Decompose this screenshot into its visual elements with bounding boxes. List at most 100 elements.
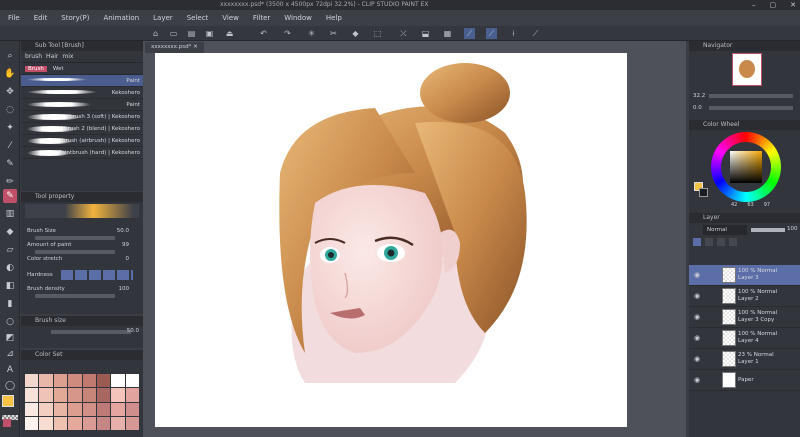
stretch-value[interactable]: 0 — [126, 256, 130, 262]
layer-row[interactable]: ◉ 23 % Normal Layer 1 — [689, 349, 800, 370]
zoom-value[interactable]: 32.2 — [693, 93, 705, 99]
text-icon[interactable]: A — [3, 363, 17, 377]
brush-size-slider[interactable] — [35, 236, 115, 240]
snap-grid-icon[interactable]: ⟊ — [508, 28, 519, 39]
invert-selection-icon[interactable]: ⬓ — [420, 28, 431, 39]
menu-layer[interactable]: Layer — [153, 14, 173, 22]
brush-item[interactable]: Kekoshero — [21, 87, 143, 99]
tab-brush[interactable]: brush — [25, 53, 42, 60]
opacity-slider[interactable] — [751, 228, 785, 232]
opacity-value[interactable]: 100 — [787, 226, 798, 232]
undo-icon[interactable]: ↶ — [258, 28, 269, 39]
new-file-icon[interactable]: ▭ — [168, 28, 179, 39]
menu-animation[interactable]: Animation — [103, 14, 139, 22]
navigator-thumbnail[interactable] — [732, 53, 762, 86]
document-tab[interactable]: xxxxxxxx.psd* ✕ — [145, 42, 204, 53]
density-value[interactable]: 100 — [119, 286, 130, 292]
eyedropper-icon[interactable]: ⁄ — [3, 139, 17, 153]
redo-icon[interactable]: ↷ — [282, 28, 293, 39]
visibility-eye-icon[interactable]: ◉ — [694, 355, 700, 363]
brush-item[interactable]: Paintbrush 2 (blend) | Kekoshero — [21, 123, 143, 135]
maximize-button[interactable]: ▢ — [770, 1, 777, 9]
mask-icon[interactable] — [729, 238, 737, 246]
brush-item[interactable]: Paint — [21, 99, 143, 111]
menu-view[interactable]: View — [222, 14, 239, 22]
save-icon[interactable]: ▣ — [204, 28, 215, 39]
fill-icon[interactable]: ◧ — [3, 279, 17, 293]
main-color-swatch[interactable] — [2, 395, 14, 407]
zoom-slider[interactable] — [709, 94, 793, 98]
menu-help[interactable]: Help — [326, 14, 342, 22]
minimize-button[interactable]: – — [752, 1, 756, 9]
layer-row[interactable]: ◉ 100 % Normal Layer 4 — [689, 328, 800, 349]
cut-icon[interactable]: ✂ — [328, 28, 339, 39]
brush-item[interactable]: Paintbrush (hard) | Kekoshero — [21, 147, 143, 159]
visibility-eye-icon[interactable]: ◉ — [694, 292, 700, 300]
ruler-icon[interactable]: ⊿ — [3, 347, 17, 361]
fill-icon[interactable]: ◆ — [350, 28, 361, 39]
brush-icon[interactable]: ✎ — [3, 189, 17, 203]
canvas-paper[interactable] — [155, 53, 627, 427]
airbrush-icon[interactable]: ▥ — [3, 207, 17, 221]
lock-icon[interactable] — [717, 238, 725, 246]
menu-filter[interactable]: Filter — [253, 14, 270, 22]
visibility-eye-icon[interactable]: ◉ — [694, 271, 700, 279]
menu-story[interactable]: Story(P) — [61, 14, 89, 22]
layer-row[interactable]: ◉ 100 % Normal Layer 3 Copy — [689, 307, 800, 328]
layer-row[interactable]: ◉ 100 % Normal Layer 2 — [689, 286, 800, 307]
snap-special-icon[interactable]: ⟋ — [486, 28, 497, 39]
brightness-value[interactable]: 97 — [764, 202, 770, 208]
saturation-value[interactable]: 63 — [747, 202, 753, 208]
rotate-slider[interactable] — [709, 106, 793, 110]
layer-row[interactable]: ◉ Paper — [689, 370, 800, 391]
wheel-sub-color[interactable] — [699, 188, 708, 197]
gradient-icon[interactable]: ▮ — [3, 297, 17, 311]
deselect-icon[interactable]: ⤫ — [398, 28, 409, 39]
show-area-icon[interactable]: ▦ — [442, 28, 453, 39]
close-button[interactable]: ✕ — [790, 1, 796, 9]
eraser-icon[interactable]: ▱ — [3, 243, 17, 257]
visibility-eye-icon[interactable]: ◉ — [694, 334, 700, 342]
hue-ring[interactable] — [711, 132, 781, 202]
density-slider[interactable] — [35, 294, 115, 298]
tab-mix[interactable]: mix — [62, 53, 73, 60]
menu-edit[interactable]: Edit — [34, 14, 48, 22]
decoration-icon[interactable]: ◆ — [3, 225, 17, 239]
clip-icon[interactable] — [693, 238, 701, 246]
ruler-icon[interactable]: ⟋ — [530, 28, 541, 39]
rotate-value[interactable]: 0.0 — [693, 105, 702, 111]
amount-value[interactable]: 99 — [122, 242, 129, 248]
brush-item[interactable]: Paintbrush 3 (soft) | Kekoshero — [21, 111, 143, 123]
menu-file[interactable]: File — [8, 14, 20, 22]
figure-icon[interactable]: ○ — [3, 315, 17, 329]
move-icon[interactable]: ✥ — [3, 85, 17, 99]
hand-icon[interactable]: ✋ — [3, 67, 17, 81]
group-brush[interactable]: Brush — [25, 65, 47, 72]
transform-icon[interactable]: ⬚ — [372, 28, 383, 39]
menu-window[interactable]: Window — [284, 14, 312, 22]
pen-icon[interactable]: ✎ — [3, 157, 17, 171]
export-icon[interactable]: ⏏ — [224, 28, 235, 39]
group-wet[interactable]: Wet — [53, 66, 64, 72]
brush-item[interactable]: Paintbrush (airbrush) | Kekoshero — [21, 135, 143, 147]
pencil-icon[interactable]: ✏ — [3, 175, 17, 189]
brush-size-value[interactable]: 50.0 — [117, 228, 129, 234]
amount-slider[interactable] — [35, 250, 115, 254]
visibility-eye-icon[interactable]: ◉ — [694, 313, 700, 321]
menu-select[interactable]: Select — [187, 14, 209, 22]
home-icon[interactable]: ⌂ — [150, 28, 161, 39]
blend-icon[interactable]: ◐ — [3, 261, 17, 275]
tab-hair[interactable]: Hair — [46, 53, 58, 60]
hardness-selector[interactable] — [61, 270, 133, 280]
snap-ruler-icon[interactable]: ⟋ — [464, 28, 475, 39]
hue-value[interactable]: 42 — [731, 202, 737, 208]
open-icon[interactable]: ▤ — [186, 28, 197, 39]
clear-icon[interactable]: ✳ — [306, 28, 317, 39]
auto-select-icon[interactable]: ✦ — [3, 121, 17, 135]
blend-mode-select[interactable]: Normal — [703, 225, 747, 235]
brush-size-track[interactable] — [51, 330, 131, 334]
lasso-icon[interactable]: ◌ — [3, 103, 17, 117]
zoom-icon[interactable]: ⌕ — [3, 49, 17, 63]
visibility-eye-icon[interactable]: ◉ — [694, 376, 700, 384]
brush-item[interactable]: Paint — [21, 75, 143, 87]
